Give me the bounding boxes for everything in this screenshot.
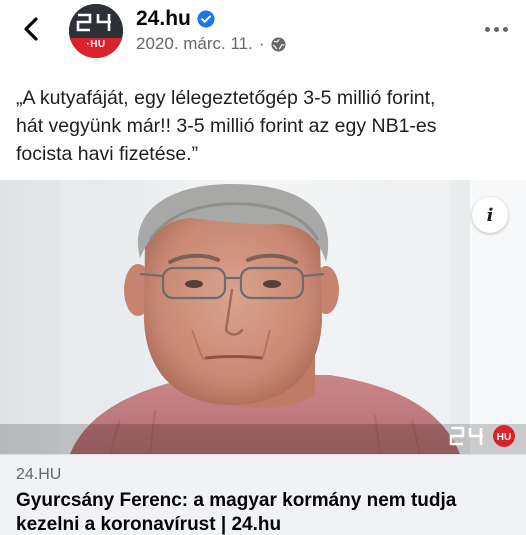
more-options-button[interactable] xyxy=(480,14,512,42)
post-text-line: „A kutyafáját, egy lélegeztetőgép 3-5 mi… xyxy=(16,87,436,109)
globe-icon[interactable] xyxy=(271,36,286,52)
avatar-logo-bottom: ·HU xyxy=(69,38,123,58)
portrait-photo xyxy=(0,180,526,454)
link-preview[interactable]: 24.HU Gyurcsány Ferenc: a magyar kormány… xyxy=(0,454,526,535)
watermark-badge: HU xyxy=(497,432,511,443)
post-image[interactable]: i HU xyxy=(0,180,526,454)
image-watermark: HU xyxy=(448,424,518,448)
page-name[interactable]: 24.hu xyxy=(136,7,191,31)
chevron-left-icon xyxy=(24,17,38,41)
more-options-icon xyxy=(483,19,510,37)
verified-badge-icon xyxy=(197,10,215,28)
facebook-post: ·HU 24.hu 2020. márc. 11. · „A kutyafájá… xyxy=(0,0,526,535)
post-date[interactable]: 2020. márc. 11. xyxy=(136,34,253,54)
avatar-hu-label: ·HU xyxy=(86,39,106,50)
meta-separator: · xyxy=(258,34,265,53)
info-icon: i xyxy=(486,204,494,226)
post-meta: 2020. márc. 11. · xyxy=(136,34,286,54)
link-domain: 24.HU xyxy=(16,466,62,483)
logo-24-icon xyxy=(76,13,111,32)
link-title: Gyurcsány Ferenc: a magyar kormány nem t… xyxy=(16,490,457,535)
post-text-line: focista havi fizetése.” xyxy=(16,143,199,165)
post-header: ·HU 24.hu 2020. márc. 11. · xyxy=(0,0,526,70)
page-avatar[interactable]: ·HU xyxy=(69,4,123,58)
page-name-row: 24.hu xyxy=(136,5,215,33)
logo-24hu-watermark-icon: HU xyxy=(449,425,515,447)
back-button[interactable] xyxy=(14,12,48,46)
post-text: „A kutyafáját, egy lélegeztetőgép 3-5 mi… xyxy=(16,84,518,168)
info-button[interactable]: i xyxy=(472,197,508,233)
avatar-logo-top xyxy=(69,4,123,40)
post-text-line: hát vegyünk már!! 3-5 millió forint az e… xyxy=(16,115,437,137)
